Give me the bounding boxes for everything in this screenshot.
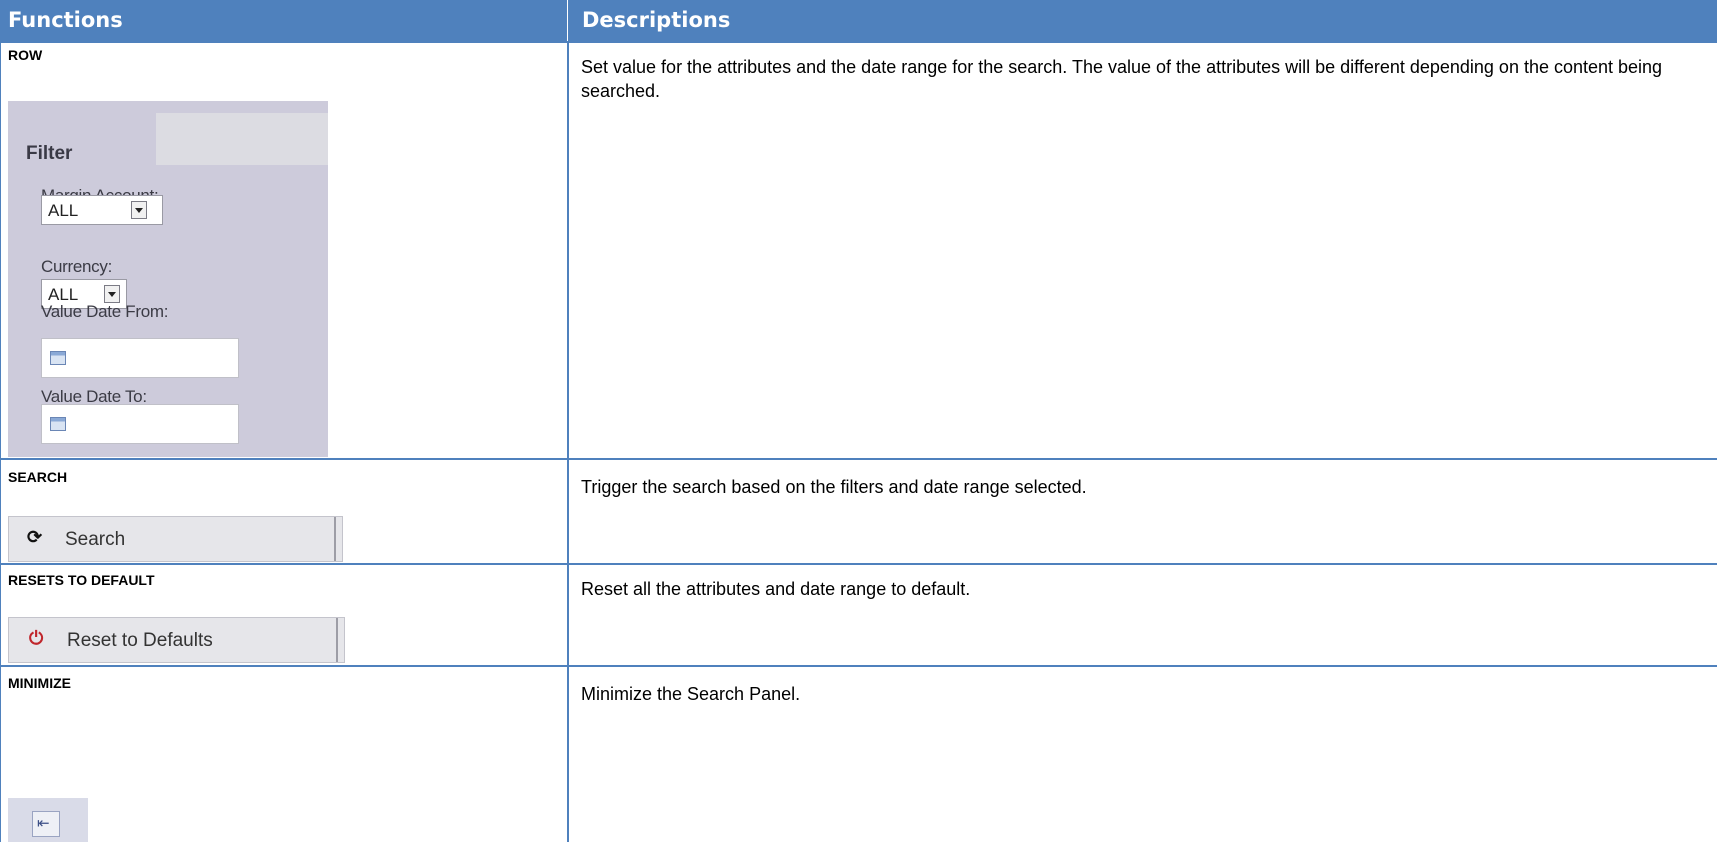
currency-label: Currency: (41, 257, 112, 276)
refresh-icon: ⟳ (27, 527, 43, 547)
value-date-from-label: Value Date From: (41, 302, 169, 321)
functions-table: Functions Descriptions ROW Set value for… (0, 0, 1717, 842)
minimize-description: Minimize the Search Panel. (581, 684, 801, 704)
filter-header-tab (156, 113, 328, 165)
calendar-icon[interactable] (50, 417, 66, 431)
column-divider (567, 41, 569, 842)
search-function-label: SEARCH (8, 469, 68, 485)
minimize-function-label: MINIMIZE (8, 675, 71, 691)
table-left-border (0, 41, 1, 842)
margin-account-select[interactable]: ALL (41, 195, 163, 225)
reset-description: Reset all the attributes and date range … (581, 579, 971, 599)
margin-account-value: ALL (48, 201, 79, 220)
calendar-icon[interactable] (50, 351, 66, 365)
minimize-icon[interactable]: ⇤ (32, 811, 60, 837)
row-function-label: ROW (8, 47, 43, 63)
button-separator (334, 517, 336, 561)
value-date-from-field[interactable] (41, 338, 239, 378)
header-functions: Functions (0, 0, 567, 41)
value-date-to-field[interactable] (41, 404, 239, 444)
row-description: Set value for the attributes and the dat… (581, 57, 1663, 101)
header-descriptions: Descriptions (568, 0, 1717, 41)
search-button-label: Search (65, 529, 126, 550)
filter-title: Filter (26, 143, 73, 164)
chevron-down-icon[interactable] (131, 201, 147, 219)
button-separator (336, 618, 338, 662)
search-button[interactable]: ⟳ Search (8, 516, 343, 562)
chevron-down-icon[interactable] (104, 285, 120, 303)
reset-button-label: Reset to Defaults (67, 630, 213, 651)
minimize-button[interactable]: ⇤ (8, 798, 88, 842)
power-icon: ⏻ (29, 628, 44, 648)
reset-function-label: RESETS TO DEFAULT (8, 572, 155, 588)
row-divider-1 (0, 458, 1717, 460)
row-divider-3 (0, 665, 1717, 667)
reset-to-defaults-button[interactable]: ⏻ Reset to Defaults (8, 617, 345, 663)
header-divider (0, 41, 1717, 43)
search-description: Trigger the search based on the filters … (581, 477, 1087, 497)
row-divider-2 (0, 563, 1717, 565)
